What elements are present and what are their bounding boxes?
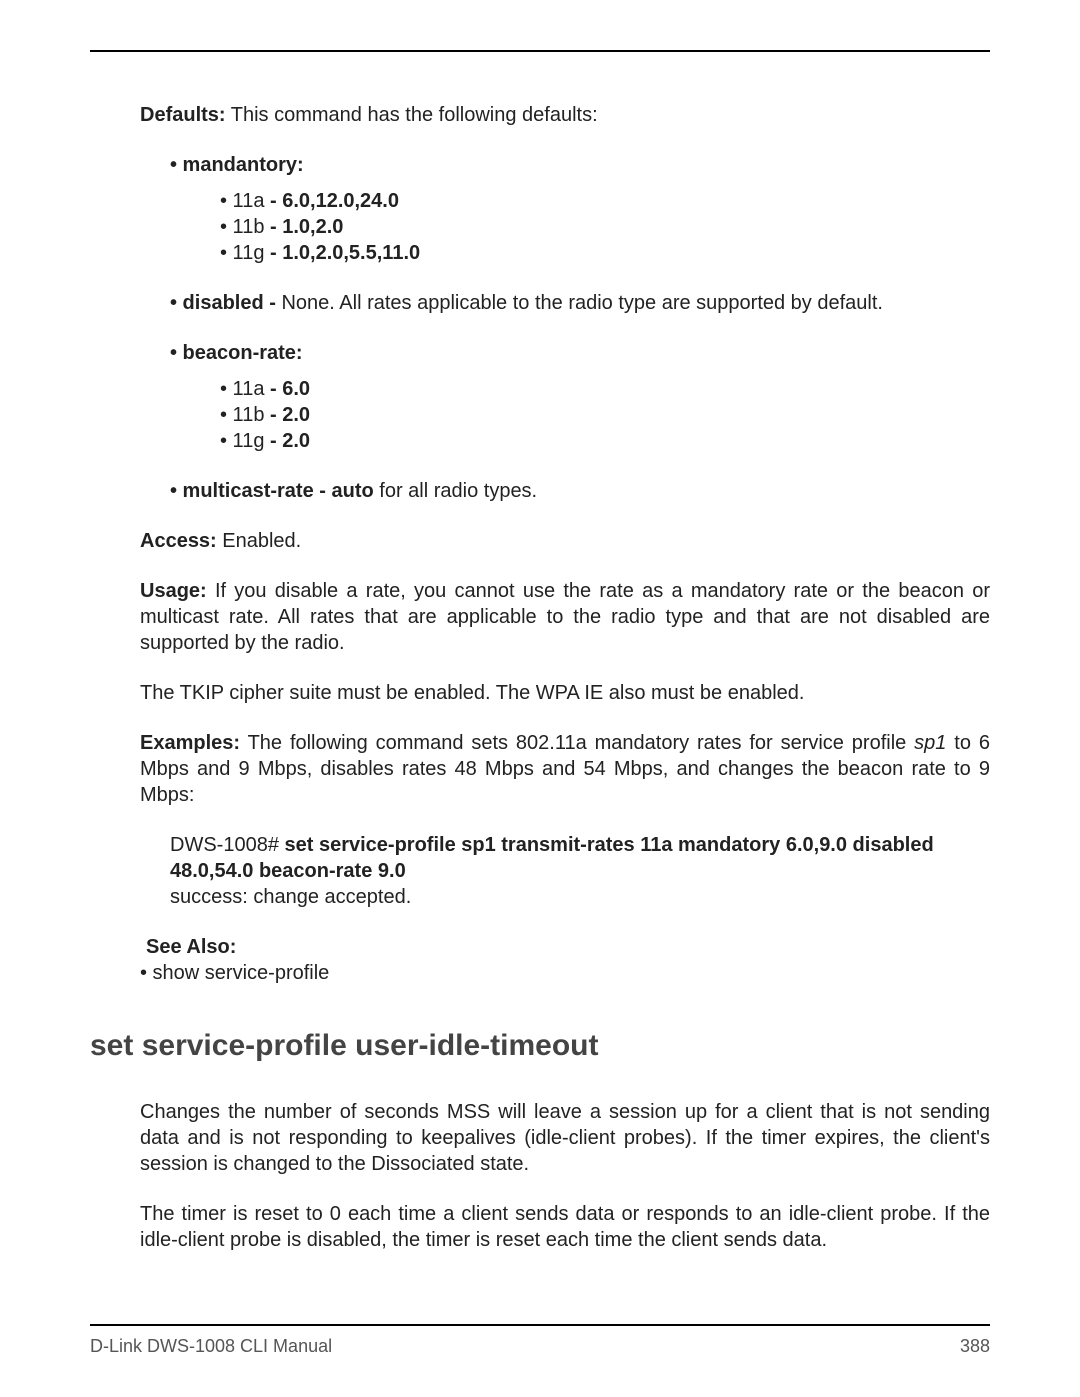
- section-paragraph-2: The timer is reset to 0 each time a clie…: [90, 1201, 990, 1253]
- beacon-11g-pre: • 11g: [220, 430, 270, 452]
- seealso-label: See Also:: [96, 934, 990, 960]
- section-paragraph-1: Changes the number of seconds MSS will l…: [90, 1099, 990, 1177]
- examples-profile: sp1: [914, 732, 946, 754]
- cmd-text-1: set service-profile sp1 transmit-rates 1…: [285, 834, 934, 856]
- seealso-item: • show service-profile: [90, 960, 990, 986]
- beacon-11g: • 11g - 2.0: [90, 428, 990, 454]
- mandatory-11b: • 11b - 1.0,2.0: [90, 214, 990, 240]
- mandatory-11a-val: - 6.0,12.0,24.0: [270, 190, 399, 212]
- disabled-label: • disabled -: [170, 292, 281, 314]
- section-title: set service-profile user-idle-timeout: [90, 1026, 990, 1065]
- footer-page-number: 388: [960, 1336, 990, 1357]
- multicast-text: for all radio types.: [379, 480, 537, 502]
- beacon-11b: • 11b - 2.0: [90, 402, 990, 428]
- disabled-line: • disabled - None. All rates applicable …: [90, 290, 990, 316]
- disabled-text: None. All rates applicable to the radio …: [281, 292, 883, 314]
- mandatory-11a: • 11a - 6.0,12.0,24.0: [90, 188, 990, 214]
- manual-page: Defaults: This command has the following…: [0, 0, 1080, 1397]
- tkip-line: The TKIP cipher suite must be enabled. T…: [90, 680, 990, 706]
- defaults-label: Defaults:: [140, 104, 226, 126]
- mandatory-11g: • 11g - 1.0,2.0,5.5,11.0: [90, 240, 990, 266]
- cmd-line-1: DWS-1008# set service-profile sp1 transm…: [90, 832, 990, 858]
- cmd-line-2: 48.0,54.0 beacon-rate 9.0: [90, 858, 990, 884]
- mandatory-11g-val: - 1.0,2.0,5.5,11.0: [270, 242, 420, 264]
- examples-label: Examples:: [140, 732, 240, 754]
- footer-manual-title: D-Link DWS-1008 CLI Manual: [90, 1336, 332, 1357]
- top-rule: [90, 50, 990, 52]
- beacon-11g-val: - 2.0: [270, 430, 310, 452]
- examples-pre: The following command sets 802.11a manda…: [240, 732, 914, 754]
- usage-block: Usage: If you disable a rate, you cannot…: [90, 578, 990, 656]
- multicast-label: • multicast-rate - auto: [170, 480, 379, 502]
- beacon-11a-pre: • 11a: [220, 378, 270, 400]
- usage-label: Usage:: [140, 580, 207, 602]
- multicast-line: • multicast-rate - auto for all radio ty…: [90, 478, 990, 504]
- defaults-text: This command has the following defaults:: [226, 104, 598, 126]
- footer: D-Link DWS-1008 CLI Manual 388: [90, 1326, 990, 1357]
- mandatory-11g-pre: • 11g: [220, 242, 270, 264]
- usage-text: If you disable a rate, you cannot use th…: [140, 580, 990, 654]
- access-block: Access: Enabled.: [90, 528, 990, 554]
- cmd-prompt: DWS-1008#: [170, 834, 285, 856]
- cmd-result: success: change accepted.: [90, 884, 990, 910]
- page-body: Defaults: This command has the following…: [90, 102, 990, 1284]
- beacon-label: • beacon-rate:: [90, 340, 990, 366]
- beacon-11b-pre: • 11b: [220, 404, 270, 426]
- mandatory-11a-pre: • 11a: [220, 190, 270, 212]
- examples-block: Examples: The following command sets 802…: [90, 730, 990, 808]
- defaults-block: Defaults: This command has the following…: [90, 102, 990, 128]
- beacon-11a: • 11a - 6.0: [90, 376, 990, 402]
- beacon-11b-val: - 2.0: [270, 404, 310, 426]
- beacon-11a-val: - 6.0: [270, 378, 310, 400]
- access-text: Enabled.: [217, 530, 302, 552]
- mandatory-11b-val: - 1.0,2.0: [270, 216, 343, 238]
- access-label: Access:: [140, 530, 217, 552]
- mandatory-label: • mandantory:: [90, 152, 990, 178]
- mandatory-11b-pre: • 11b: [220, 216, 270, 238]
